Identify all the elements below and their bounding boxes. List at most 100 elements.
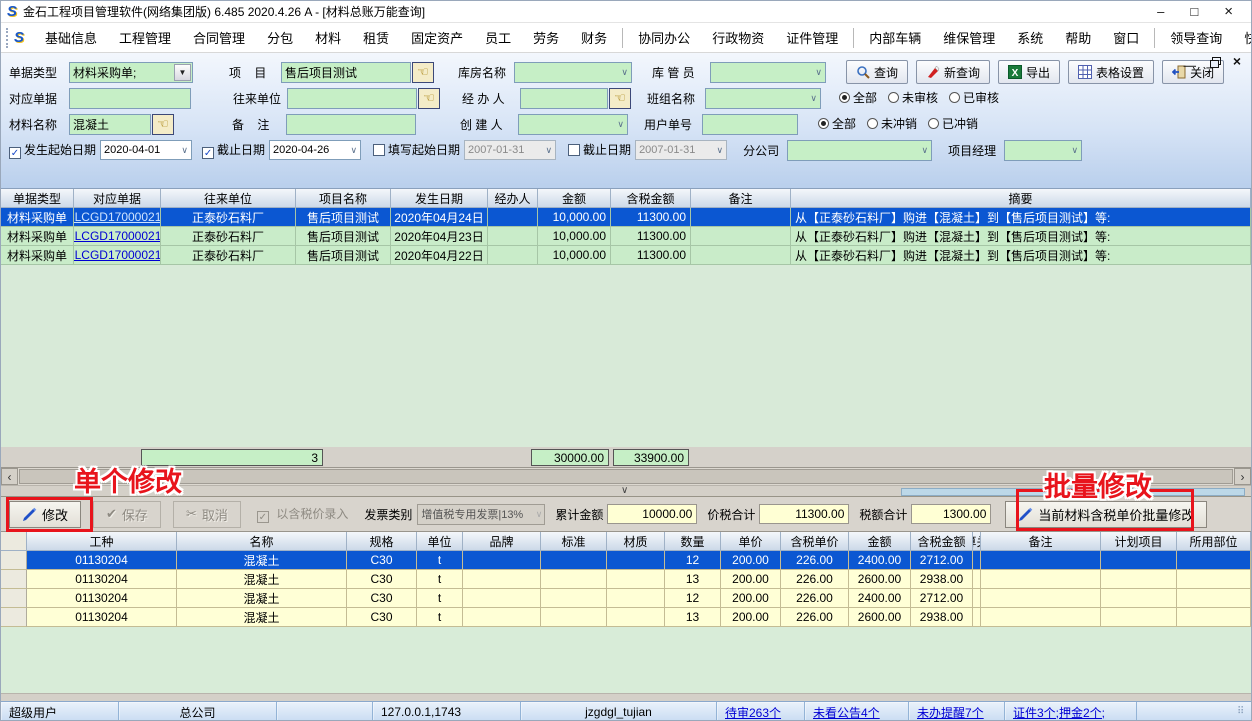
cell[interactable]: 11300.00 (611, 227, 691, 246)
minimize-button[interactable]: – (1157, 2, 1164, 22)
audit-radio-unaudited[interactable]: 未审核 (888, 89, 949, 107)
cell[interactable]: 混凝土 (177, 608, 347, 627)
cell[interactable]: t (417, 589, 463, 608)
cell[interactable]: 01130204 (27, 570, 177, 589)
cell[interactable]: 从【正泰砂石料厂】购进【混凝土】到【售后项目测试】等: (791, 208, 1251, 227)
column-header-2[interactable]: 对应单据 (74, 189, 161, 208)
picker-hand-icon[interactable]: ☜ (418, 88, 440, 109)
cell[interactable]: C30 (347, 589, 417, 608)
cell[interactable]: 正泰砂石料厂 (161, 208, 296, 227)
cell[interactable]: 正泰砂石料厂 (161, 227, 296, 246)
cell[interactable]: 2400.00 (849, 551, 911, 570)
document-link[interactable]: CLCGD170000213 (74, 210, 161, 224)
offset-radio-done[interactable]: 已冲销 (928, 115, 989, 133)
chevron-down-icon[interactable]: ∨ (1072, 145, 1082, 156)
picker-hand-icon[interactable]: ☜ (609, 88, 631, 109)
cell[interactable]: 200.00 (721, 608, 781, 627)
status-link-3[interactable]: 未办提醒7个 (917, 704, 984, 721)
menu-item-8[interactable]: 员工 (474, 25, 522, 50)
partner-input[interactable] (287, 88, 417, 109)
cell[interactable] (981, 551, 1101, 570)
column-header-12[interactable]: 含税金额 (911, 532, 973, 551)
menu-item-16[interactable]: 系统 (1006, 25, 1054, 50)
column-header-11[interactable]: 金额 (849, 532, 911, 551)
cell[interactable]: 10,000.00 (538, 227, 611, 246)
picker-hand-icon[interactable]: ☜ (412, 62, 434, 83)
menu-item-18[interactable]: 窗口 (1102, 25, 1150, 50)
cell[interactable] (691, 208, 791, 227)
cell[interactable]: 正泰砂石料厂 (161, 246, 296, 265)
cell[interactable] (607, 551, 665, 570)
creator-combo[interactable]: ∨ (518, 114, 628, 135)
menu-item-9[interactable]: 劳务 (522, 25, 570, 50)
column-header-5[interactable]: 发生日期 (391, 189, 488, 208)
audit-radio-all[interactable]: 全部 (839, 89, 888, 107)
audit-radio-audited[interactable]: 已审核 (949, 89, 1010, 107)
grid-setup-button[interactable]: 表格设置 (1068, 60, 1154, 84)
status-link-4[interactable]: 证件3个;押金2个; (1013, 704, 1105, 721)
cell[interactable]: 01130204 (27, 551, 177, 570)
menu-item-5[interactable]: 材料 (304, 25, 352, 50)
cell[interactable]: 2020年04月23日 (391, 227, 488, 246)
document-link[interactable]: CLCGD170000214 (74, 229, 161, 243)
offset-radio-all[interactable]: 全部 (818, 115, 867, 133)
column-header-6[interactable]: 标准 (541, 532, 607, 551)
column-header-7[interactable]: 金额 (538, 189, 611, 208)
column-header-4[interactable]: 项目名称 (296, 189, 391, 208)
menu-item-20[interactable]: 快捷单据 (1233, 25, 1252, 50)
cell[interactable] (691, 227, 791, 246)
table-row[interactable]: 材料采购单CLCGD170000213正泰砂石料厂售后项目测试2020年04月2… (1, 208, 1251, 227)
cell[interactable]: t (417, 608, 463, 627)
cell[interactable] (463, 551, 541, 570)
mdi-minimize-button[interactable]: ＿ (1184, 55, 1196, 67)
cell[interactable]: 12 (665, 551, 721, 570)
fill-end-checkbox[interactable]: 截止日期 (568, 141, 631, 159)
document-link[interactable]: CLCGD170000215 (74, 248, 161, 262)
column-header-16[interactable]: 所用部位 (1177, 532, 1251, 551)
table-row[interactable]: 01130204混凝土C30t12200.00226.002400.002712… (1, 589, 1251, 608)
cell[interactable] (541, 551, 607, 570)
cell[interactable]: 材料采购单 (1, 208, 74, 227)
cell[interactable]: CLCGD170000215 (74, 246, 161, 265)
cell[interactable]: 从【正泰砂石料厂】购进【混凝土】到【售后项目测试】等: (791, 227, 1251, 246)
column-header-10[interactable]: 含税单价 (781, 532, 849, 551)
cell[interactable]: 售后项目测试 (296, 246, 391, 265)
cell[interactable] (488, 208, 538, 227)
cell[interactable]: 混凝土 (177, 570, 347, 589)
start-date-picker[interactable]: 2020-04-01∨ (100, 140, 192, 160)
column-header-8[interactable]: 含税金额 (611, 189, 691, 208)
cell[interactable] (1101, 589, 1177, 608)
cell[interactable]: 材料采购单 (1, 227, 74, 246)
cell[interactable] (973, 589, 981, 608)
table-row[interactable]: 材料采购单CLCGD170000214正泰砂石料厂售后项目测试2020年04月2… (1, 227, 1251, 246)
cell[interactable] (973, 551, 981, 570)
cell[interactable]: 售后项目测试 (296, 227, 391, 246)
cell[interactable]: 226.00 (781, 551, 849, 570)
fill-end-picker[interactable]: 2007-01-31∨ (635, 140, 727, 160)
export-button[interactable]: X 导出 (998, 60, 1060, 84)
cell[interactable] (488, 246, 538, 265)
column-header-15[interactable]: 计划项目 (1101, 532, 1177, 551)
cell[interactable] (1177, 570, 1251, 589)
status-link-2[interactable]: 未看公告4个 (813, 704, 880, 721)
cell[interactable]: 混凝土 (177, 589, 347, 608)
note-input[interactable] (286, 114, 416, 135)
project-input[interactable] (281, 62, 411, 83)
cell[interactable]: 12 (665, 589, 721, 608)
user-doc-input[interactable] (702, 114, 798, 135)
cell[interactable] (981, 589, 1101, 608)
row-selector[interactable] (1, 570, 27, 589)
menu-item-2[interactable]: 工程管理 (108, 25, 182, 50)
column-header-8[interactable]: 数量 (665, 532, 721, 551)
fill-start-checkbox[interactable]: 填写起始日期 (373, 141, 460, 159)
menu-item-1[interactable]: 基础信息 (34, 25, 108, 50)
cell[interactable]: 从【正泰砂石料厂】购进【混凝土】到【售后项目测试】等: (791, 246, 1251, 265)
column-header-13[interactable]: 换算关系 (973, 532, 981, 551)
new-query-button[interactable]: 新查询 (916, 60, 990, 84)
cell[interactable]: 226.00 (781, 608, 849, 627)
cell[interactable]: 11300.00 (611, 246, 691, 265)
cell[interactable]: 200.00 (721, 551, 781, 570)
cell[interactable] (463, 570, 541, 589)
cell[interactable]: C30 (347, 570, 417, 589)
warehouse-combo[interactable]: ∨ (514, 62, 632, 83)
